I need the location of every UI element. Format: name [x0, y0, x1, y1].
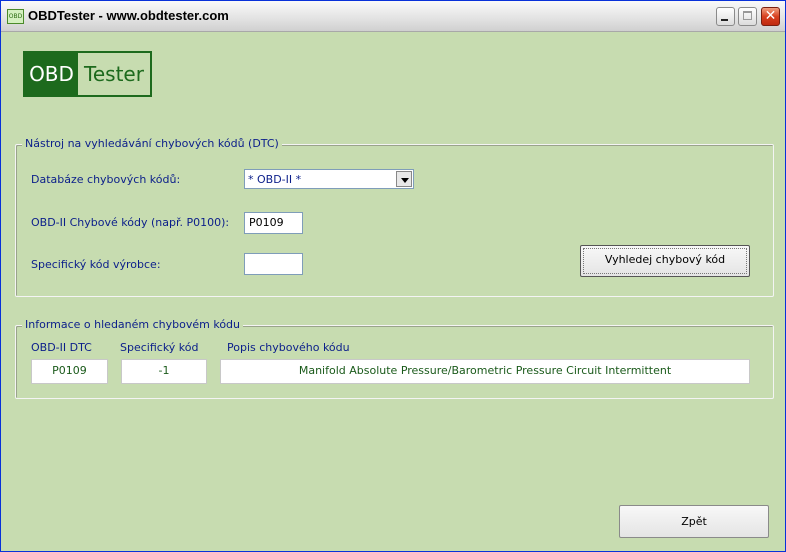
info-group-legend: Informace o hledaném chybovém kódu: [22, 318, 244, 331]
search-code-button[interactable]: Vyhledej chybový kód: [580, 245, 750, 277]
app-icon[interactable]: OBD: [7, 9, 24, 24]
specific-code-result-field: -1: [121, 359, 207, 384]
dtc-code-input[interactable]: P0109: [244, 212, 303, 234]
chevron-down-icon[interactable]: [396, 171, 412, 187]
obdtester-logo: OBD Tester: [23, 51, 152, 97]
minimize-icon: [721, 19, 728, 21]
col-dtc-header: OBD-II DTC: [31, 341, 92, 354]
close-icon: ✕: [764, 8, 777, 24]
database-selected-value: * OBD-II *: [248, 173, 302, 186]
search-group-legend: Nástroj na vyhledávání chybových kódů (D…: [22, 137, 282, 150]
close-button[interactable]: ✕: [761, 7, 780, 26]
logo-tester: Tester: [78, 53, 150, 95]
col-specific-header: Specifický kód: [120, 341, 199, 354]
dtc-result-field: P0109: [31, 359, 108, 384]
maximize-icon: [743, 11, 752, 20]
database-label: Databáze chybových kódů:: [31, 173, 181, 186]
title-bar[interactable]: OBD OBDTester - www.obdtester.com ✕: [1, 1, 785, 32]
logo-obd: OBD: [25, 53, 78, 95]
back-button-label: Zpět: [681, 515, 707, 528]
minimize-button[interactable]: [716, 7, 735, 26]
manufacturer-code-label: Specifický kód výrobce:: [31, 258, 161, 271]
app-window: OBD OBDTester - www.obdtester.com ✕ OBD …: [0, 0, 786, 552]
window-title: OBDTester - www.obdtester.com: [28, 8, 229, 23]
database-select[interactable]: * OBD-II *: [244, 169, 414, 189]
back-button[interactable]: Zpět: [619, 505, 769, 538]
focus-rect: [583, 248, 747, 274]
dtc-code-label: OBD-II Chybové kódy (např. P0100):: [31, 216, 230, 229]
manufacturer-code-input[interactable]: [244, 253, 303, 275]
maximize-button[interactable]: [738, 7, 757, 26]
col-description-header: Popis chybového kódu: [227, 341, 350, 354]
description-result-field: Manifold Absolute Pressure/Barometric Pr…: [220, 359, 750, 384]
